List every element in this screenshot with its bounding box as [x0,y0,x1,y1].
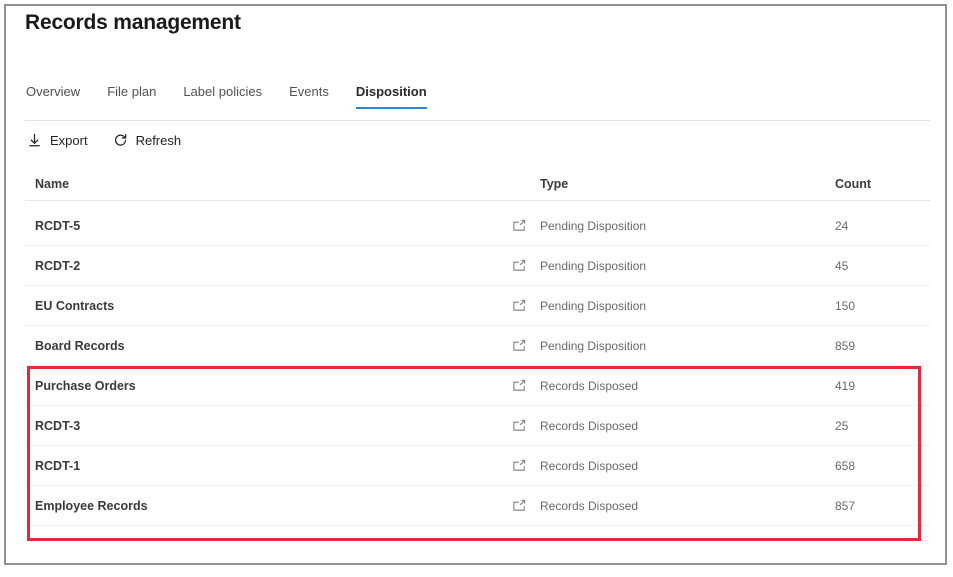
row-name[interactable]: RCDT-1 [25,459,512,473]
download-icon [27,133,42,148]
table-row[interactable]: RCDT-5 Pending Disposition 24 [25,206,930,246]
tabs-divider [25,120,930,121]
row-type: Records Disposed [540,459,638,473]
table-row[interactable]: RCDT-3 Records Disposed 25 [25,406,930,446]
row-count: 24 [835,219,930,233]
open-in-new-window-icon[interactable] [512,258,527,273]
row-count: 25 [835,419,930,433]
row-name[interactable]: Employee Records [25,499,512,513]
row-type: Pending Disposition [540,339,646,353]
tab-file-plan[interactable]: File plan [107,84,156,109]
column-header-type[interactable]: Type [512,177,835,191]
tab-overview[interactable]: Overview [26,84,80,109]
row-name[interactable]: RCDT-2 [25,259,512,273]
open-in-new-window-icon[interactable] [512,378,527,393]
disposition-table: RCDT-5 Pending Disposition 24 RCDT-2 Pen… [25,206,930,526]
row-count: 419 [835,379,930,393]
row-count: 859 [835,339,930,353]
table-row[interactable]: Board Records Pending Disposition 859 [25,326,930,366]
row-name[interactable]: RCDT-5 [25,219,512,233]
row-type: Pending Disposition [540,299,646,313]
command-bar: Export Refresh [27,133,181,148]
row-name[interactable]: RCDT-3 [25,419,512,433]
row-count: 45 [835,259,930,273]
row-name[interactable]: EU Contracts [25,299,512,313]
table-row[interactable]: RCDT-2 Pending Disposition 45 [25,246,930,286]
export-button[interactable]: Export [27,133,88,148]
open-in-new-window-icon[interactable] [512,458,527,473]
row-type: Records Disposed [540,379,638,393]
column-header-name[interactable]: Name [25,177,512,191]
refresh-icon [113,133,128,148]
table-row[interactable]: Employee Records Records Disposed 857 [25,486,930,526]
table-row[interactable]: RCDT-1 Records Disposed 658 [25,446,930,486]
tab-disposition[interactable]: Disposition [356,84,427,109]
refresh-button[interactable]: Refresh [113,133,182,148]
open-in-new-window-icon[interactable] [512,418,527,433]
row-count: 658 [835,459,930,473]
row-name[interactable]: Board Records [25,339,512,353]
table-row[interactable]: Purchase Orders Records Disposed 419 [25,366,930,406]
refresh-button-label: Refresh [136,133,182,148]
row-type: Pending Disposition [540,259,646,273]
row-type: Records Disposed [540,419,638,433]
row-type: Pending Disposition [540,219,646,233]
table-header: Name Type Count [25,168,930,201]
page-title: Records management [25,11,241,35]
tab-events[interactable]: Events [289,84,329,109]
row-count: 150 [835,299,930,313]
open-in-new-window-icon[interactable] [512,338,527,353]
export-button-label: Export [50,133,88,148]
open-in-new-window-icon[interactable] [512,218,527,233]
row-count: 857 [835,499,930,513]
pivot-tabs: Overview File plan Label policies Events… [26,84,427,109]
tab-label-policies[interactable]: Label policies [183,84,262,109]
column-header-count[interactable]: Count [835,177,930,191]
row-type: Records Disposed [540,499,638,513]
row-name[interactable]: Purchase Orders [25,379,512,393]
table-row[interactable]: EU Contracts Pending Disposition 150 [25,286,930,326]
open-in-new-window-icon[interactable] [512,298,527,313]
open-in-new-window-icon[interactable] [512,498,527,513]
